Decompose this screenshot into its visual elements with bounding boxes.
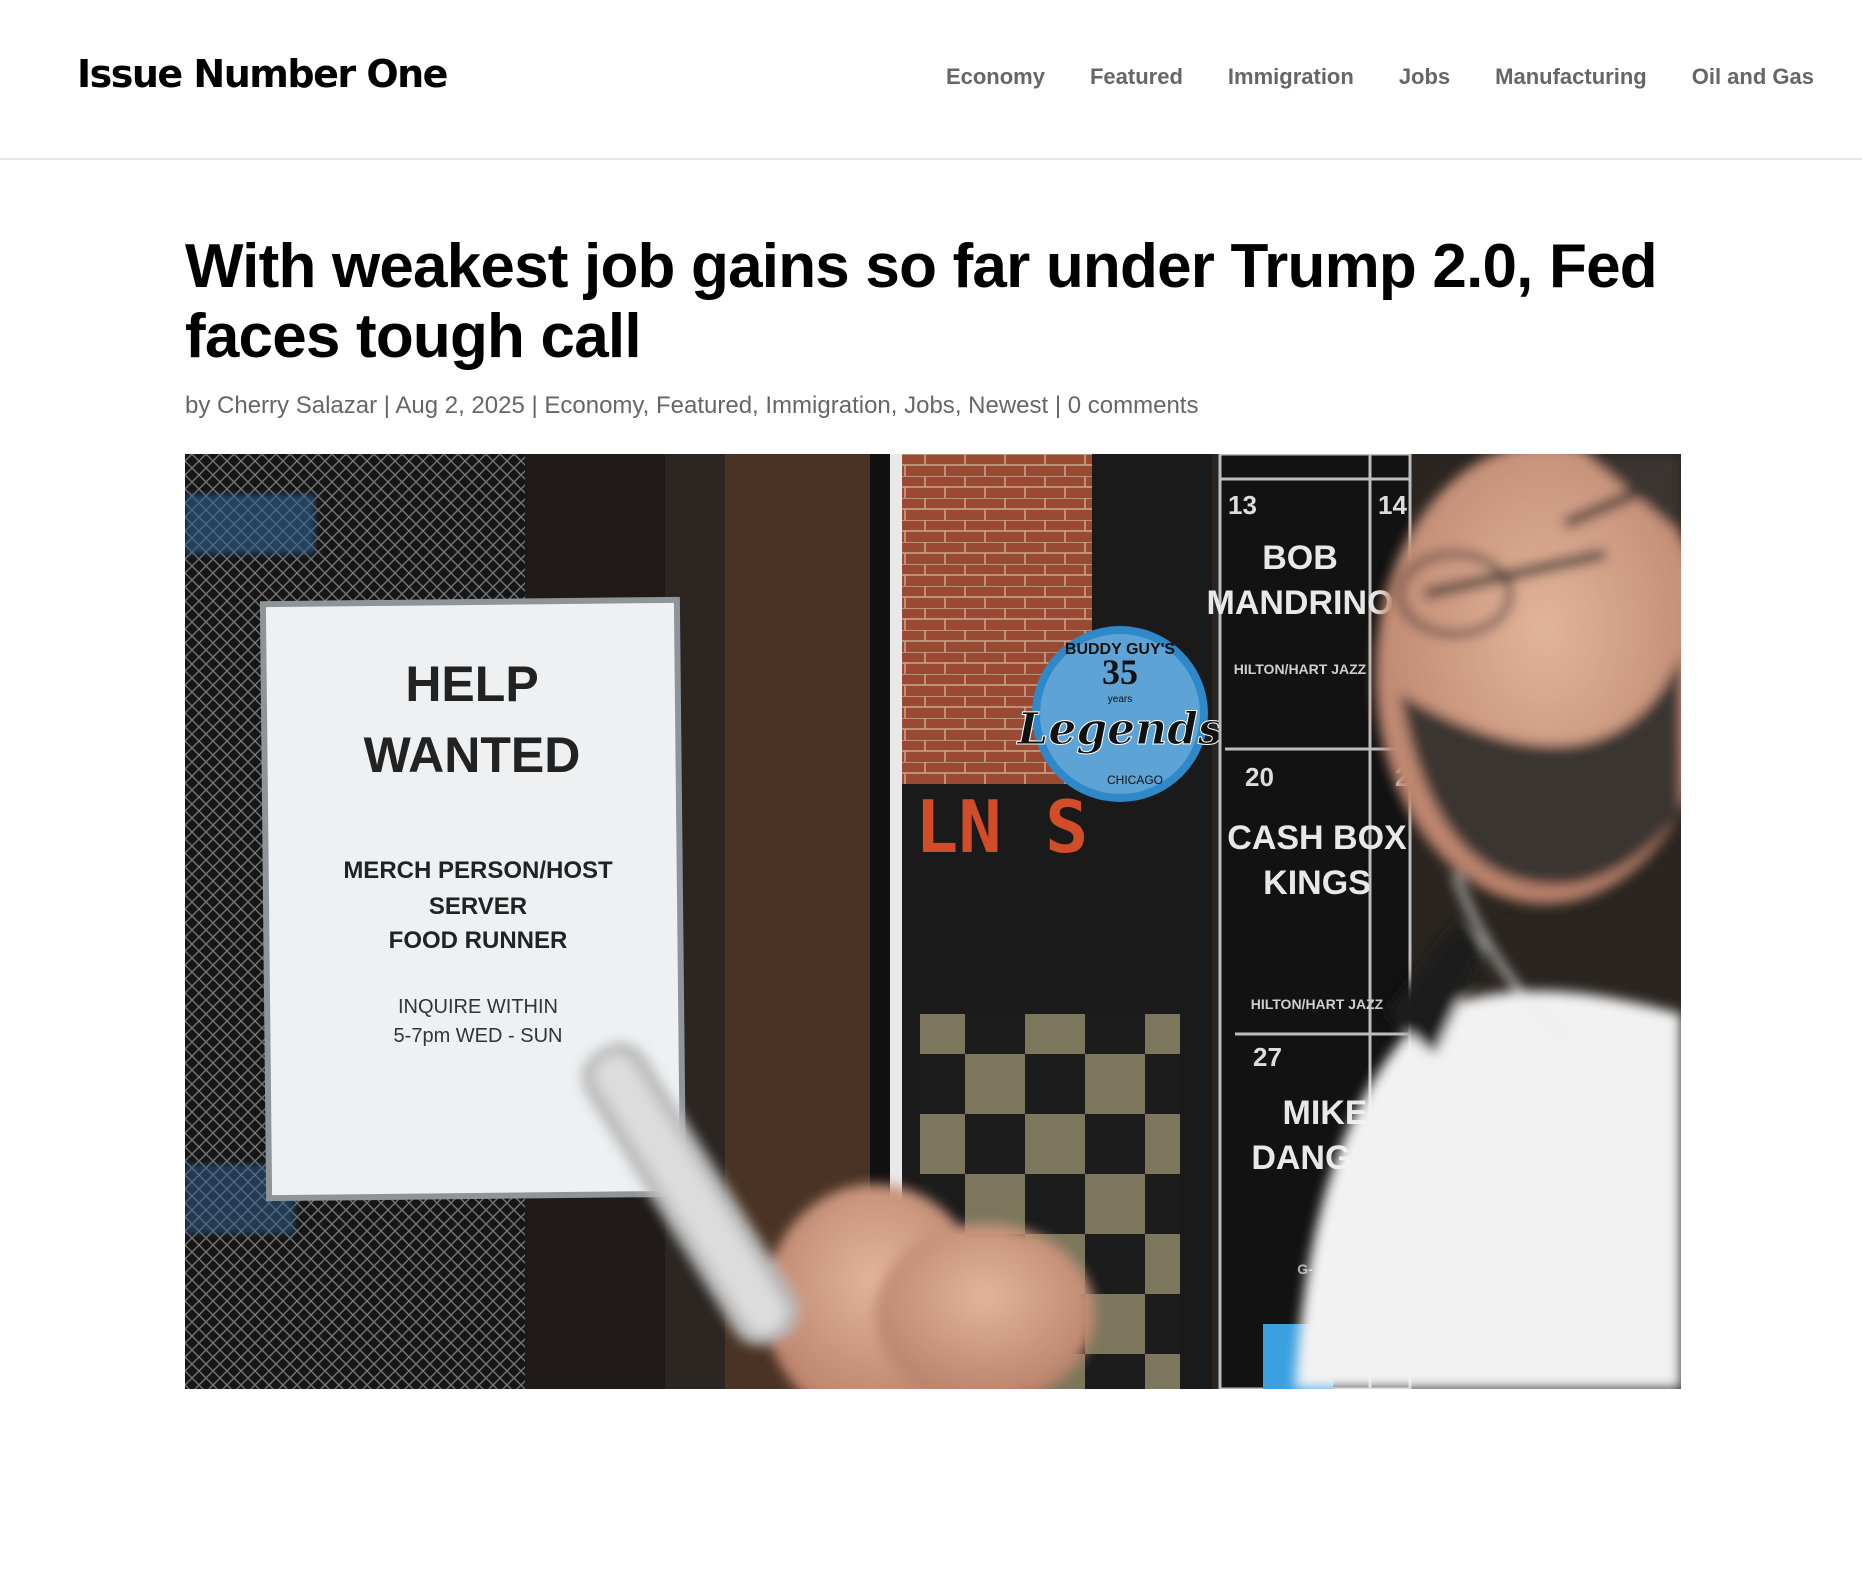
meta-author-link[interactable]: Cherry Salazar — [217, 392, 377, 419]
meta-separator: | — [531, 392, 538, 419]
article-title: With weakest job gains so far under Trum… — [185, 232, 1658, 371]
meta-category-immigration[interactable]: Immigration — [765, 392, 890, 419]
calendar-day: 14 — [1378, 490, 1407, 520]
meta-category-jobs[interactable]: Jobs — [904, 392, 955, 419]
calendar-artist: CASH BOX — [1227, 819, 1407, 857]
nav-featured[interactable]: Featured — [1090, 64, 1183, 90]
sticker-number: 35 — [1102, 652, 1138, 692]
meta-by: by — [185, 392, 211, 419]
nav-jobs[interactable]: Jobs — [1399, 64, 1450, 90]
calendar-artist: KINGS — [1263, 864, 1371, 902]
calendar-venue: HILTON/HART JAZZ — [1234, 661, 1367, 677]
sign-help: HELP — [405, 656, 538, 712]
calendar-artist: BOB — [1262, 539, 1338, 577]
meta-category-newest[interactable]: Newest — [968, 392, 1048, 419]
sign-position: SERVER — [429, 893, 527, 920]
meta-comments-link[interactable]: 0 comments — [1068, 392, 1199, 419]
sign-inquire: INQUIRE WITHIN — [398, 996, 558, 1018]
sign-hours: 5-7pm WED - SUN — [394, 1025, 563, 1047]
meta-category-economy[interactable]: Economy — [544, 392, 642, 419]
calendar-artist: MANDRINO — [1207, 584, 1394, 622]
article-header: With weakest job gains so far under Trum… — [185, 232, 1681, 420]
sticker-city: CHICAGO — [1107, 773, 1163, 787]
article-meta: by Cherry Salazar | Aug 2, 2025 | Econom… — [185, 392, 1199, 419]
meta-separator: | — [1054, 392, 1062, 419]
meta-separator: | — [383, 392, 390, 419]
hero-photo-illustration: HELP WANTED MERCH PERSON/HOST SERVER FOO… — [185, 454, 1681, 1389]
sign-wanted: WANTED — [364, 727, 581, 783]
calendar-day: 13 — [1228, 490, 1257, 520]
sign-position: MERCH PERSON/HOST — [343, 857, 613, 884]
meta-category-featured[interactable]: Featured — [656, 392, 752, 419]
main-nav: Economy Featured Immigration Jobs Manufa… — [946, 64, 1814, 90]
calendar-day: 20 — [1245, 762, 1274, 792]
nav-immigration[interactable]: Immigration — [1228, 64, 1354, 90]
sticker-script: Legends — [1015, 704, 1222, 755]
calendar-day: 27 — [1253, 1042, 1282, 1072]
meta-date: Aug 2, 2025 — [395, 392, 525, 419]
calendar-venue: HILTON/HART JAZZ — [1251, 996, 1384, 1012]
nav-oil-and-gas[interactable]: Oil and Gas — [1692, 64, 1814, 90]
site-logo[interactable]: Issue Number One — [77, 52, 448, 96]
neon-sign: LN S — [915, 785, 1088, 869]
nav-manufacturing[interactable]: Manufacturing — [1495, 64, 1647, 90]
hero-image: HELP WANTED MERCH PERSON/HOST SERVER FOO… — [185, 454, 1681, 1389]
site-header: Issue Number One Economy Featured Immigr… — [0, 0, 1862, 160]
nav-economy[interactable]: Economy — [946, 64, 1045, 90]
sign-position: FOOD RUNNER — [389, 927, 568, 954]
